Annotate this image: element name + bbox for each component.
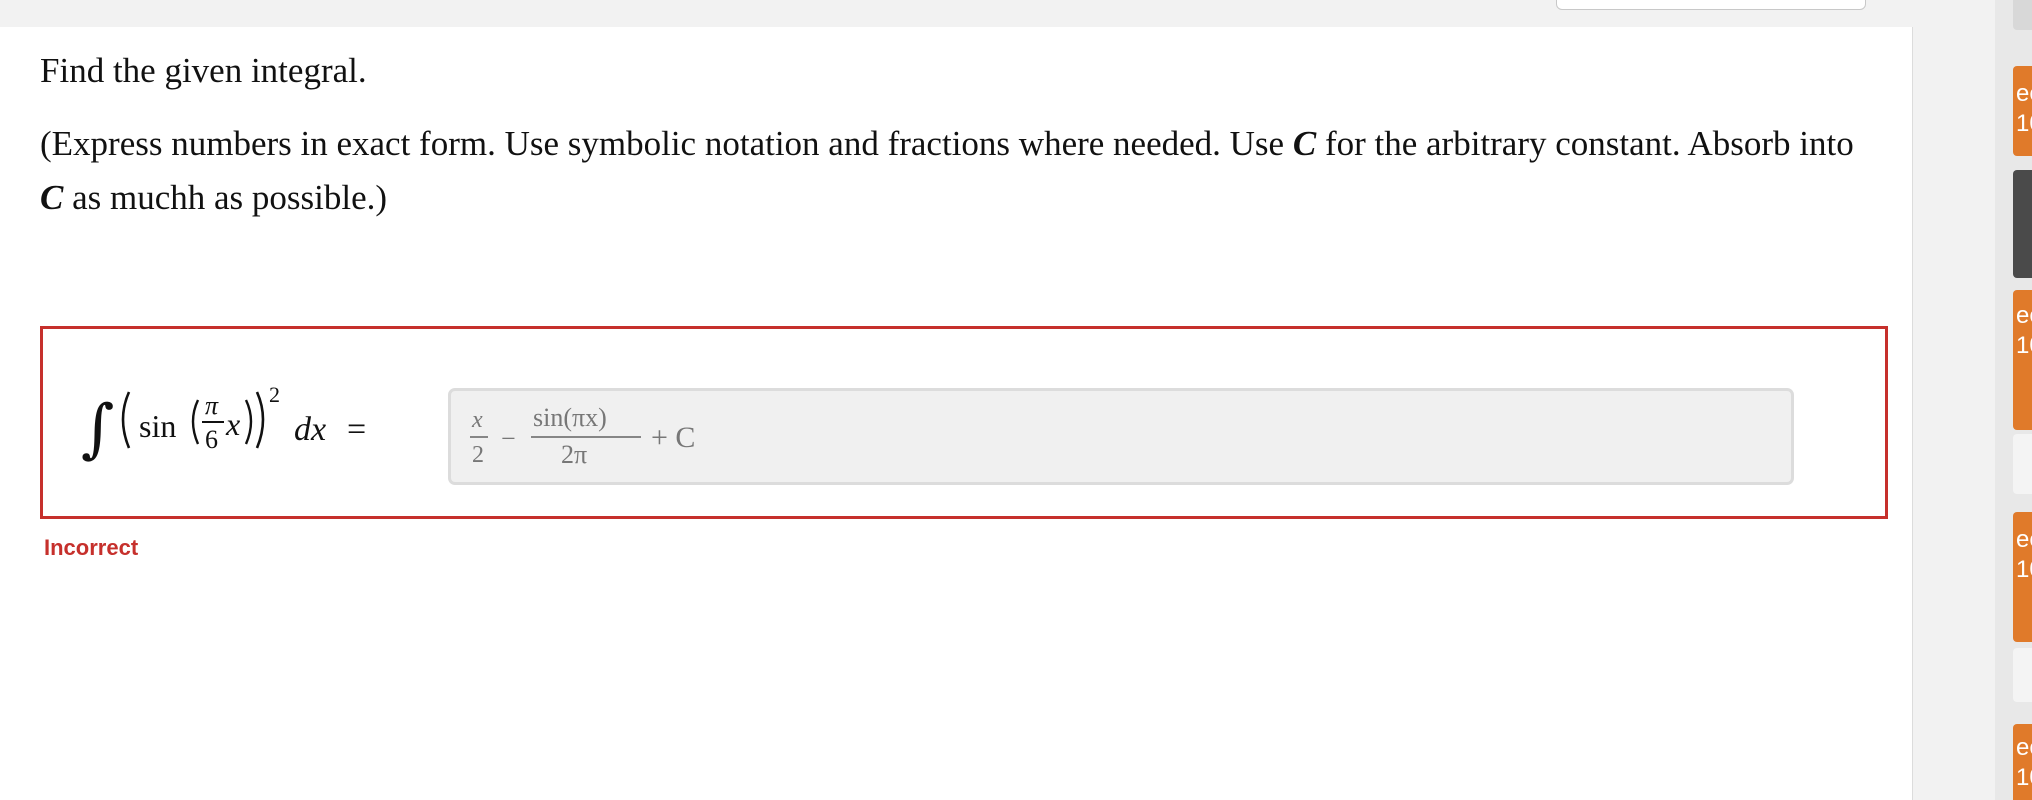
answer-expression: x 2 − sin(πx) 2π + C	[470, 403, 695, 469]
thumbnail-4[interactable]: ee 10	[2013, 290, 2032, 430]
answer-sin-numerator: sin(πx)	[533, 403, 607, 432]
right-thumbnail-strip: ee 10 ee 10 ee 10 ee 10	[1995, 0, 2032, 800]
answer-x-numerator: x	[471, 407, 483, 433]
right-inner-paren	[244, 399, 253, 445]
thumbnail-8-label-a: ee	[2016, 734, 2032, 761]
pi-numerator: π	[205, 391, 219, 420]
feedback-status: Incorrect	[44, 535, 139, 560]
thumbnail-3[interactable]	[2013, 170, 2032, 278]
right-outer-paren	[255, 391, 265, 449]
thumbnail-8-label-b: 10	[2016, 764, 2032, 791]
thumbnail-8[interactable]: ee 10	[2013, 724, 2032, 800]
question-panel: Find the given integral. (Express number…	[0, 27, 1913, 800]
answer-minus: −	[501, 424, 516, 453]
top-toolbar	[0, 0, 1912, 27]
thumbnail-6[interactable]: ee 10	[2013, 512, 2032, 642]
left-inner-paren	[191, 399, 200, 445]
thumbnail-2-label-b: 10	[2016, 110, 2032, 137]
differential: dx	[294, 411, 326, 448]
thumbnail-6-label-a: ee	[2016, 526, 2032, 553]
thumbnail-4-label-a: ee	[2016, 302, 2032, 329]
thumbnail-6-label-b: 10	[2016, 556, 2032, 583]
thumbnail-4-label-b: 10	[2016, 332, 2032, 359]
thumbnail-5[interactable]	[2013, 434, 2032, 494]
sin-label: sin	[139, 408, 176, 444]
thumbnail-2-label-a: ee	[2016, 80, 2032, 107]
answer-two-denominator: 2	[472, 442, 484, 468]
left-outer-paren	[121, 391, 131, 449]
question-instructions: (Express numbers in exact form. Use symb…	[40, 124, 1854, 217]
answer-container: ∫ sin π 6 x 2 dx = x 2 − sin(πx) 2π + C	[40, 326, 1888, 519]
thumbnail-1[interactable]	[2013, 0, 2032, 30]
integral-expression: ∫ sin π 6 x 2 dx =	[81, 382, 366, 466]
answer-plus-c: + C	[651, 421, 695, 454]
thumbnail-2[interactable]: ee 10	[2013, 66, 2032, 156]
integral-sign: ∫	[81, 392, 114, 466]
thumbnail-7[interactable]	[2013, 648, 2032, 702]
answer-two-pi-denominator: 2π	[561, 440, 587, 469]
answer-input[interactable]: x 2 − sin(πx) 2π + C	[448, 388, 1794, 485]
equals-sign: =	[347, 411, 366, 448]
six-denominator: 6	[205, 425, 218, 454]
exponent: 2	[269, 382, 280, 407]
question-title: Find the given integral.	[40, 51, 367, 90]
top-search-box[interactable]	[1556, 0, 1866, 10]
var-x: x	[225, 406, 240, 442]
